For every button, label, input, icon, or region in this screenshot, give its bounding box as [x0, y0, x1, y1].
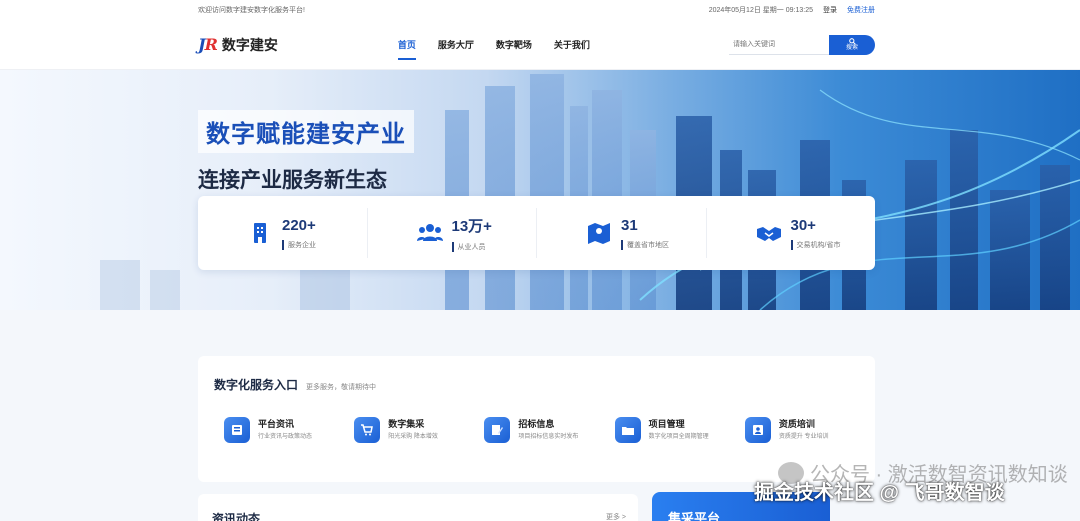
service-item-desc: 资质提升 专业培训 — [778, 434, 829, 440]
stat-workers: 13万+ 从业人员 — [368, 208, 537, 258]
nav-item-service-hall[interactable]: 服务大厅 — [438, 34, 474, 55]
service-entry-panel: 数字化服务入口 更多服务，敬请期待中 平台资讯行业资讯与政策动态 数字集采阳光采… — [198, 356, 875, 482]
search-button[interactable]: 搜索 — [829, 34, 875, 55]
top-bar-right: 2024年05月12日 星期一 09:13:25 登录 免费注册 — [709, 5, 875, 15]
service-item-procurement[interactable]: 数字集采阳光采购 降本增效 — [354, 417, 484, 443]
service-item-title: 平台资讯 — [258, 419, 295, 429]
datetime-text: 2024年05月12日 星期一 09:13:25 — [708, 7, 813, 14]
watermark-juejin: 掘金技术社区 @ 飞哥数智谈 — [754, 482, 1005, 504]
hero-slogan-secondary: 连接产业服务新生态 — [198, 169, 387, 192]
service-item-desc: 数字化项目全周期管理 — [648, 434, 709, 440]
register-link[interactable]: 免费注册 — [847, 5, 875, 15]
main-nav: 首页 服务大厅 数字靶场 关于我们 — [397, 34, 590, 60]
nav-item-home[interactable]: 首页 — [397, 34, 416, 60]
search-icon — [848, 38, 856, 45]
service-entry-title: 数字化服务入口 — [214, 378, 299, 392]
stat-value: 220+ — [282, 216, 316, 234]
site-logo[interactable]: JR 数字建安 — [198, 35, 278, 55]
hero-banner: 数字赋能建安产业 连接产业服务新生态 220+ 服务企业 13万+ 从业人员 3… — [0, 70, 1080, 310]
stat-value: 31 — [621, 216, 638, 234]
news-more-link[interactable]: 更多 > — [606, 512, 626, 521]
search-input[interactable] — [729, 34, 829, 55]
welcome-text: 欢迎访问数字建安数字化服务平台! — [198, 7, 305, 14]
service-item-title: 项目管理 — [648, 419, 685, 429]
folder-icon — [614, 417, 641, 443]
nav-item-about[interactable]: 关于我们 — [554, 34, 590, 55]
stat-label: 服务企业 — [282, 239, 316, 250]
header: JR 数字建安 首页 服务大厅 数字靶场 关于我们 搜索 — [0, 20, 1080, 70]
stat-value: 13万+ — [451, 217, 492, 235]
page: 欢迎访问数字建安数字化服务平台! 2024年05月12日 星期一 09:13:2… — [0, 0, 1080, 521]
service-item-bidding[interactable]: 招标信息项目招标信息实时发布 — [484, 417, 614, 443]
service-item-title: 资质培训 — [778, 419, 815, 429]
service-item-desc: 行业资讯与政策动态 — [258, 434, 313, 440]
service-list: 平台资讯行业资讯与政策动态 数字集采阳光采购 降本增效 招标信息项目招标信息实时… — [198, 393, 875, 443]
service-item-news[interactable]: 平台资讯行业资讯与政策动态 — [224, 417, 354, 443]
cart-icon — [354, 417, 381, 443]
map-icon — [588, 223, 610, 244]
stat-label: 交易机构/省市 — [790, 239, 840, 250]
logo-mark: JR — [198, 35, 218, 54]
login-link[interactable]: 登录 — [823, 5, 837, 15]
service-item-project[interactable]: 项目管理数字化项目全周期管理 — [614, 417, 745, 443]
stats-panel: 220+ 服务企业 13万+ 从业人员 31 覆盖省市地区 30+ 交易机构/省… — [198, 196, 875, 270]
training-icon — [744, 417, 771, 443]
search-box: 搜索 — [729, 34, 875, 55]
news-icon — [224, 417, 250, 443]
search-button-label: 搜索 — [845, 45, 858, 51]
service-item-title: 数字集采 — [388, 419, 425, 429]
nav-item-digital-range[interactable]: 数字靶场 — [496, 34, 532, 55]
service-item-desc: 项目招标信息实时发布 — [518, 434, 579, 440]
stat-value: 30+ — [790, 216, 816, 234]
service-item-desc: 阳光采购 降本增效 — [388, 434, 438, 440]
stat-label: 从业人员 — [451, 241, 492, 252]
top-bar: 欢迎访问数字建安数字化服务平台! 2024年05月12日 星期一 09:13:2… — [0, 0, 1080, 20]
handshake-icon — [756, 227, 781, 241]
service-item-training[interactable]: 资质培训资质提升 专业培训 — [744, 417, 875, 443]
stat-regions: 31 覆盖省市地区 — [537, 208, 707, 258]
news-panel: 资讯动态 更多 > — [198, 494, 638, 521]
building-icon — [254, 223, 266, 243]
stat-institutions: 30+ 交易机构/省市 — [707, 208, 876, 258]
stat-label: 覆盖省市地区 — [621, 239, 669, 250]
logo-name: 数字建安 — [221, 36, 278, 53]
stat-companies: 220+ 服务企业 — [198, 208, 368, 258]
hero-slogan-primary: 数字赋能建安产业 — [198, 110, 414, 153]
platform-title: 集采平台 — [668, 511, 721, 521]
service-item-title: 招标信息 — [518, 419, 555, 429]
city-skyline-illustration — [100, 74, 1080, 310]
service-entry-subtitle: 更多服务，敬请期待中 — [306, 384, 377, 391]
news-title: 资讯动态 — [212, 512, 261, 521]
users-icon — [416, 224, 443, 241]
edit-icon — [484, 417, 511, 443]
service-entry-header: 数字化服务入口 更多服务，敬请期待中 — [198, 356, 875, 393]
